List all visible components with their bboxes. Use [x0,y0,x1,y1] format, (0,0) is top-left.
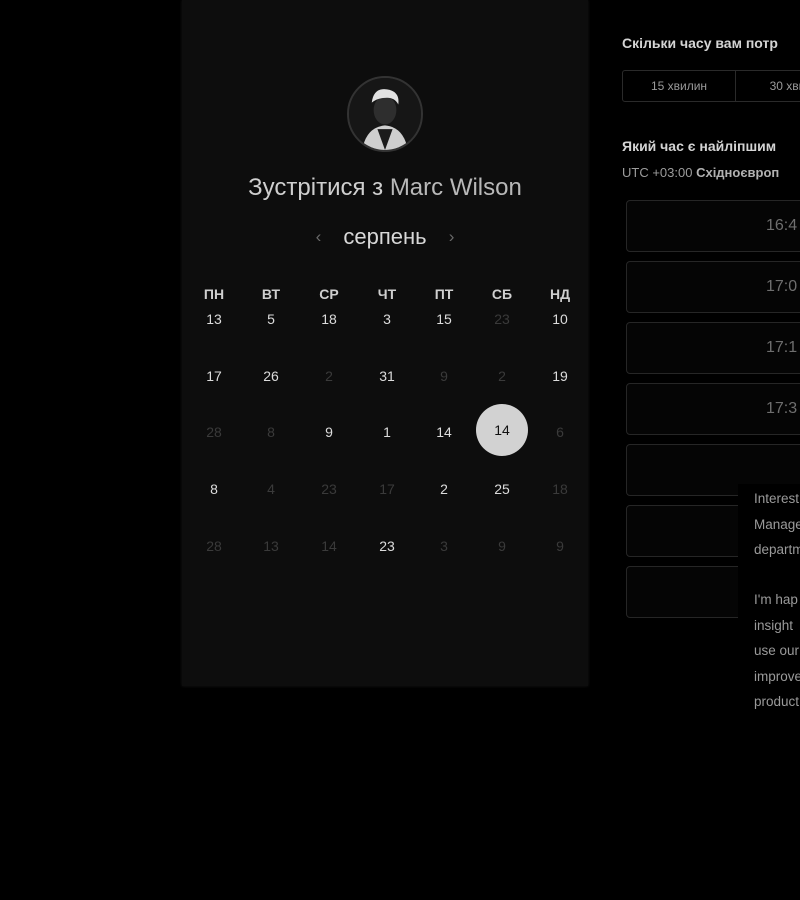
calendar-day[interactable]: 5 [245,293,297,345]
person-photo-icon [349,78,421,150]
duration-selector: 15 хвилин 30 хвил [622,70,800,102]
month-navigation: ‹ серпень › [182,224,588,250]
calendar-day: 6 [556,424,564,440]
description-paragraph-2: I'm hap insight use our improve product [754,587,800,715]
calendar-day: 4 [267,481,275,497]
calendar-day[interactable]: 3 [361,293,413,345]
timezone-name: Східноєвроп [696,165,780,180]
calendar-day: 9 [498,538,506,554]
month-label: серпень [343,224,427,249]
calendar-day[interactable]: 17 [188,350,240,402]
calendar-day[interactable]: 26 [245,350,297,402]
calendar-day: 2 [325,368,333,384]
description-paragraph-1: Interest Manage departm [754,486,800,563]
description-line: use our [754,643,800,658]
booking-card: Зустрітися з Marc Wilson ‹ серпень › ПН В… [182,0,588,686]
chevron-right-icon[interactable]: › [449,227,455,246]
calendar-day: 17 [379,481,395,497]
calendar-day[interactable]: 23 [361,520,413,572]
calendar-day[interactable]: 2 [418,463,470,515]
calendar-day[interactable]: 25 [476,463,528,515]
description-line: improve [754,668,800,684]
calendar-day: 23 [494,311,510,327]
time-slot-button[interactable]: 17:1 [626,322,800,374]
calendar-day: 2 [498,368,506,384]
calendar-day: 8 [267,424,275,440]
calendar-day[interactable]: 31 [361,350,413,402]
calendar-day[interactable]: 13 [188,293,240,345]
calendar-day-selected[interactable]: 14 [476,404,528,456]
booking-title: Зустрітися з Marc Wilson [182,174,588,202]
calendar-day[interactable]: 19 [534,350,586,402]
chevron-left-icon[interactable]: ‹ [316,227,322,246]
calendar-day[interactable]: 9 [303,406,355,458]
description-line: insight [754,617,794,633]
description-line: I'm hap [754,592,798,607]
timezone-label: UTC +03:00 Східноєвроп [622,165,779,180]
host-name: Marc Wilson [389,174,522,201]
host-avatar [347,76,423,152]
calendar-day[interactable]: 8 [188,463,240,515]
description-popup: Interest Manage departm I'm hap insight use … [738,484,800,720]
time-slot-label: 17:0 [766,278,798,295]
calendar-day[interactable]: 14 [418,406,470,458]
calendar-day[interactable]: 18 [303,293,355,345]
calendar-day: 9 [440,368,448,384]
time-slot-label: 17:1 [766,339,798,356]
calendar-day[interactable]: 15 [418,293,470,345]
calendar-day[interactable]: 1 [361,406,413,458]
time-question: Який час є найліпшим [622,138,777,154]
calendar-day: 9 [556,538,564,554]
calendar-day: 28 [206,424,222,440]
description-line: Interest [754,491,800,506]
calendar-day: 28 [206,538,222,554]
time-slot-button[interactable]: 17:3 [626,383,800,435]
calendar-day: 14 [321,538,337,554]
description-line: departm [754,542,800,557]
calendar-day: 23 [321,481,337,497]
title-prefix: Зустрітися з [248,174,384,201]
duration-option-30[interactable]: 30 хвил [735,71,800,101]
calendar-day: 3 [440,538,448,554]
duration-question: Скільки часу вам потр [622,35,778,51]
time-slot-label: 17:3 [766,400,798,417]
calendar-day[interactable]: 10 [534,293,586,345]
time-slot-label: 16:4 [766,217,798,234]
duration-option-15[interactable]: 15 хвилин [623,71,736,101]
time-slot-button[interactable]: 17:0 [626,261,800,313]
description-line: Manage [754,516,800,532]
description-line: product [754,694,800,709]
time-slot-button[interactable]: 16:4 [626,200,800,252]
timezone-offset: UTC +03:00 [622,165,693,180]
calendar-day: 18 [552,481,568,497]
calendar-day: 13 [263,538,279,554]
